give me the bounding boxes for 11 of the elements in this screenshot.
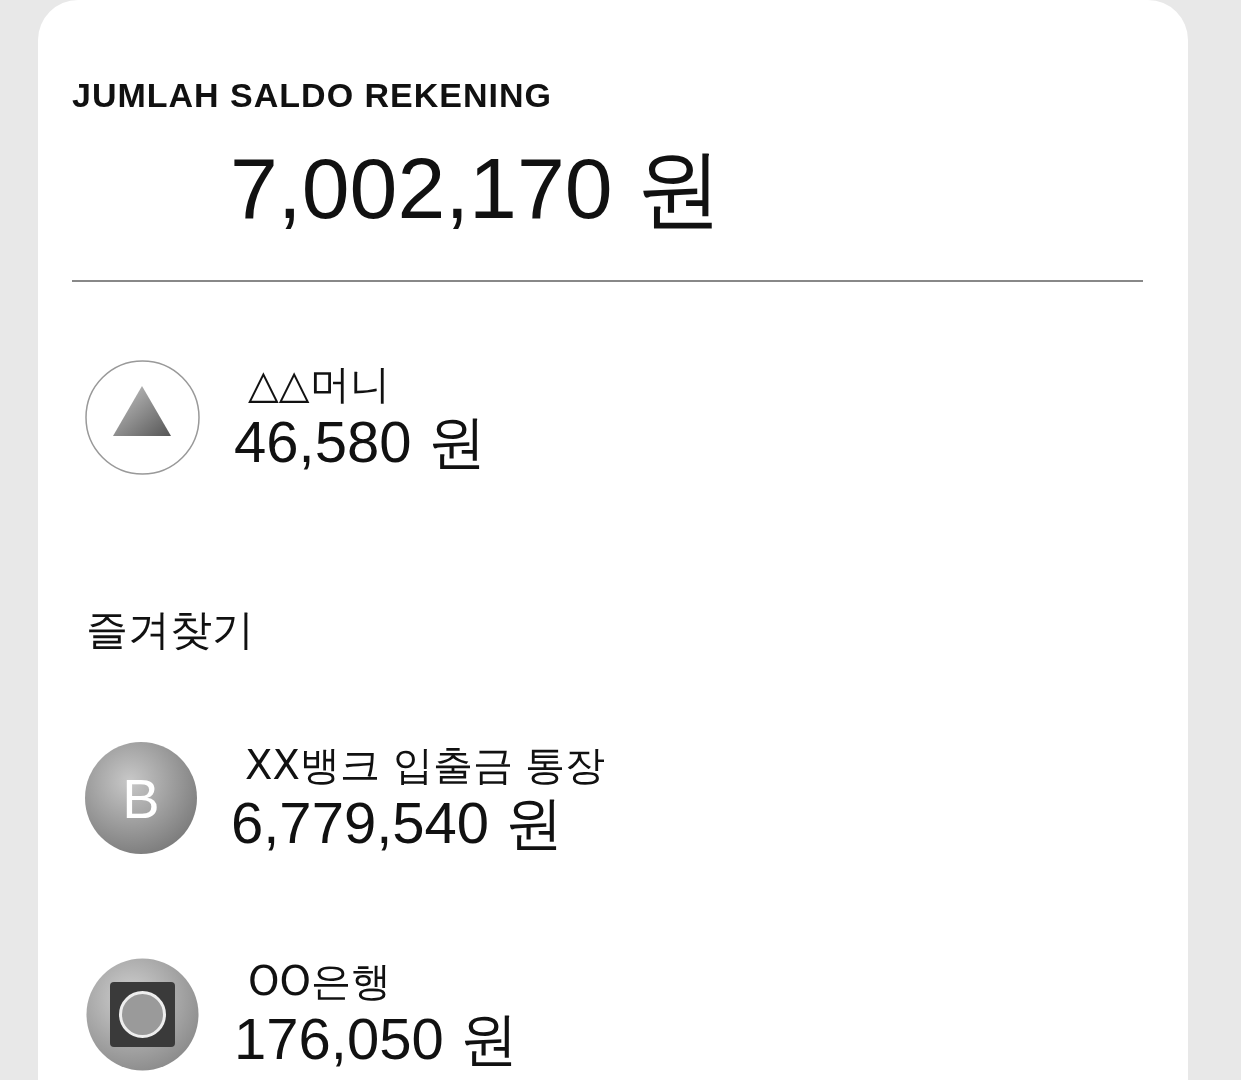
- account-name: OO은행: [248, 957, 392, 1006]
- account-name: △△머니: [248, 360, 391, 409]
- section-heading: 즐겨찾기: [86, 605, 254, 655]
- account-balance: 176,050 원: [234, 1006, 518, 1072]
- account-balance: 6,779,540 원: [231, 790, 565, 856]
- bank-logo-icon: B: [85, 742, 197, 854]
- balance-title: JUMLAH SALDO REKENING: [72, 75, 553, 116]
- account-balance: 46,580 원: [234, 409, 486, 475]
- bank-logo-icon: [85, 956, 200, 1072]
- total-balance: 7,002,170 원: [230, 139, 723, 238]
- account-name: XX뱅크 입출금 통장: [245, 741, 606, 790]
